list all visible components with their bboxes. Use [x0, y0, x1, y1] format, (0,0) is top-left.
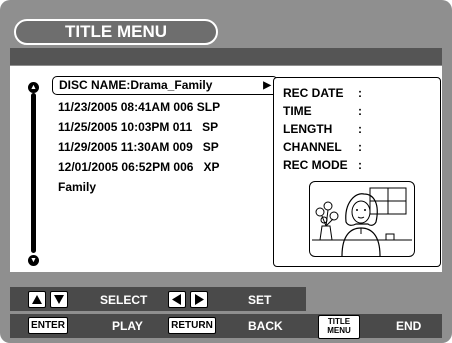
scrollbar[interactable]: [31, 93, 36, 253]
set-label: SET: [248, 293, 272, 307]
play-label: PLAY: [112, 319, 143, 333]
title-menu-screen: TITLE MENU ▲ ▼ DISC NAME:Drama_Family ▶ …: [0, 0, 452, 343]
info-colon: :: [358, 86, 362, 100]
info-colon: :: [358, 158, 362, 172]
enter-key[interactable]: ENTER: [28, 317, 68, 334]
select-label: SELECT: [100, 293, 148, 307]
channel-label: CHANNEL: [283, 140, 342, 154]
end-label: END: [396, 319, 422, 333]
scroll-up-icon[interactable]: ▲: [28, 82, 39, 93]
back-label: BACK: [248, 319, 283, 333]
rec-mode-label: REC MODE: [283, 158, 348, 172]
up-key[interactable]: [28, 291, 46, 308]
header-band: [10, 48, 442, 65]
title-menu-key-line2: MENU: [327, 326, 351, 335]
return-key[interactable]: RETURN: [168, 317, 216, 334]
thumbnail-illustration: [312, 187, 412, 256]
info-colon: :: [358, 122, 362, 136]
triangle-down-icon: [54, 295, 64, 304]
list-item[interactable]: 11/29/2005 11:30AM 009 SP: [52, 137, 278, 157]
triangle-left-icon: [172, 294, 181, 305]
title-thumbnail: [309, 181, 415, 257]
info-colon: :: [358, 140, 362, 154]
list-item[interactable]: 11/23/2005 08:41AM 006 SLP: [52, 97, 278, 117]
play-arrow-icon: ▶: [263, 80, 271, 91]
right-key[interactable]: [190, 291, 208, 308]
list-item[interactable]: 12/01/2005 06:52PM 006 XP: [52, 157, 278, 177]
scroll-down-icon[interactable]: ▼: [28, 255, 39, 266]
title-menu-key[interactable]: TITLE MENU: [318, 315, 360, 339]
time-label: TIME: [283, 104, 312, 118]
menu-title: TITLE MENU: [14, 19, 218, 45]
list-item[interactable]: Family: [52, 177, 278, 197]
length-label: LENGTH: [283, 122, 333, 136]
info-panel: REC DATE : TIME : LENGTH : CHANNEL : REC…: [273, 77, 441, 267]
info-colon: :: [358, 104, 362, 118]
list-item[interactable]: 11/25/2005 10:03PM 011 SP: [52, 117, 278, 137]
triangle-right-icon: [195, 294, 204, 305]
rec-date-label: REC DATE: [283, 86, 344, 100]
down-key[interactable]: [50, 291, 68, 308]
left-key[interactable]: [168, 291, 186, 308]
title-list: DISC NAME:Drama_Family ▶ 11/23/2005 08:4…: [52, 76, 278, 197]
control-row-2: [10, 314, 442, 338]
disc-name-label: DISC NAME:Drama_Family: [59, 78, 213, 92]
title-menu-key-line1: TITLE: [327, 317, 351, 326]
triangle-up-icon: [32, 295, 42, 304]
disc-name-item[interactable]: DISC NAME:Drama_Family ▶: [52, 76, 278, 95]
